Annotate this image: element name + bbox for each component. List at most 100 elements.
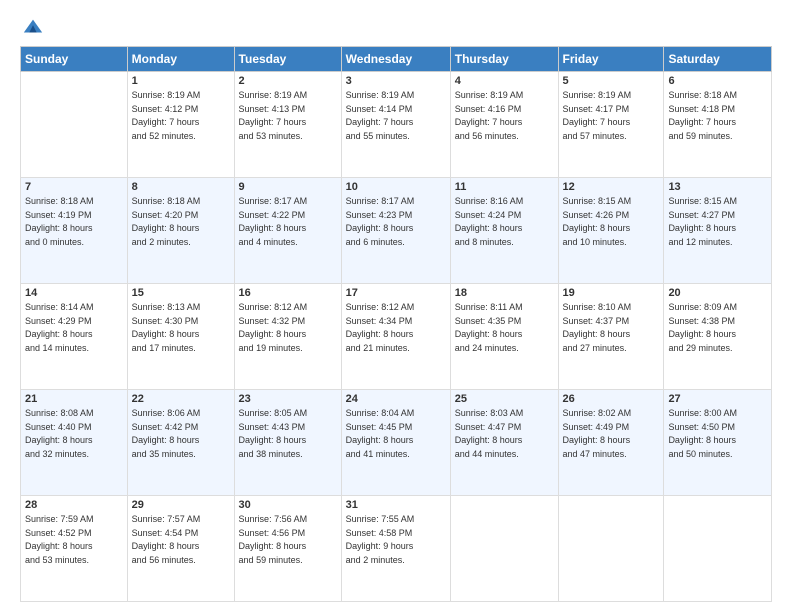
- weekday-header-thursday: Thursday: [450, 47, 558, 72]
- day-info: Sunrise: 8:12 AM Sunset: 4:34 PM Dayligh…: [346, 301, 446, 355]
- calendar-cell: 5 Sunrise: 8:19 AM Sunset: 4:17 PM Daylig…: [558, 72, 664, 178]
- day-number: 27: [668, 393, 767, 405]
- day-number: 20: [668, 287, 767, 299]
- day-number: 30: [239, 499, 337, 511]
- day-info: Sunrise: 8:02 AM Sunset: 4:49 PM Dayligh…: [563, 407, 660, 461]
- calendar-cell: [450, 496, 558, 602]
- day-number: 8: [132, 181, 230, 193]
- calendar-cell: [21, 72, 128, 178]
- day-info: Sunrise: 8:05 AM Sunset: 4:43 PM Dayligh…: [239, 407, 337, 461]
- day-number: 22: [132, 393, 230, 405]
- day-info: Sunrise: 8:11 AM Sunset: 4:35 PM Dayligh…: [455, 301, 554, 355]
- header: [20, 16, 772, 38]
- day-number: 5: [563, 75, 660, 87]
- day-number: 17: [346, 287, 446, 299]
- day-number: 1: [132, 75, 230, 87]
- calendar-cell: 18 Sunrise: 8:11 AM Sunset: 4:35 PM Dayli…: [450, 284, 558, 390]
- day-info: Sunrise: 8:13 AM Sunset: 4:30 PM Dayligh…: [132, 301, 230, 355]
- day-info: Sunrise: 8:08 AM Sunset: 4:40 PM Dayligh…: [25, 407, 123, 461]
- calendar-cell: 7 Sunrise: 8:18 AM Sunset: 4:19 PM Daylig…: [21, 178, 128, 284]
- day-info: Sunrise: 8:19 AM Sunset: 4:14 PM Dayligh…: [346, 89, 446, 143]
- calendar-cell: 24 Sunrise: 8:04 AM Sunset: 4:45 PM Dayli…: [341, 390, 450, 496]
- calendar-cell: 15 Sunrise: 8:13 AM Sunset: 4:30 PM Dayli…: [127, 284, 234, 390]
- calendar-cell: 12 Sunrise: 8:15 AM Sunset: 4:26 PM Dayli…: [558, 178, 664, 284]
- weekday-header-saturday: Saturday: [664, 47, 772, 72]
- calendar-cell: 3 Sunrise: 8:19 AM Sunset: 4:14 PM Daylig…: [341, 72, 450, 178]
- calendar-table: SundayMondayTuesdayWednesdayThursdayFrid…: [20, 46, 772, 602]
- day-number: 9: [239, 181, 337, 193]
- weekday-header-wednesday: Wednesday: [341, 47, 450, 72]
- day-info: Sunrise: 7:57 AM Sunset: 4:54 PM Dayligh…: [132, 513, 230, 567]
- day-info: Sunrise: 8:04 AM Sunset: 4:45 PM Dayligh…: [346, 407, 446, 461]
- day-number: 3: [346, 75, 446, 87]
- day-info: Sunrise: 8:18 AM Sunset: 4:19 PM Dayligh…: [25, 195, 123, 249]
- week-row-5: 28 Sunrise: 7:59 AM Sunset: 4:52 PM Dayli…: [21, 496, 772, 602]
- week-row-3: 14 Sunrise: 8:14 AM Sunset: 4:29 PM Dayli…: [21, 284, 772, 390]
- calendar-cell: 16Sunrise: 8:12 AM Sunset: 4:32 PM Dayli…: [234, 284, 341, 390]
- calendar-cell: 28 Sunrise: 7:59 AM Sunset: 4:52 PM Dayli…: [21, 496, 128, 602]
- week-row-4: 21 Sunrise: 8:08 AM Sunset: 4:40 PM Dayli…: [21, 390, 772, 496]
- day-info: Sunrise: 8:00 AM Sunset: 4:50 PM Dayligh…: [668, 407, 767, 461]
- calendar-cell: 31 Sunrise: 7:55 AM Sunset: 4:58 PM Dayli…: [341, 496, 450, 602]
- calendar-cell: 4 Sunrise: 8:19 AM Sunset: 4:16 PM Daylig…: [450, 72, 558, 178]
- day-info: Sunrise: 8:19 AM Sunset: 4:16 PM Dayligh…: [455, 89, 554, 143]
- day-number: 18: [455, 287, 554, 299]
- day-info: Sunrise: 8:15 AM Sunset: 4:26 PM Dayligh…: [563, 195, 660, 249]
- day-number: 31: [346, 499, 446, 511]
- calendar-cell: 11Sunrise: 8:16 AM Sunset: 4:24 PM Dayli…: [450, 178, 558, 284]
- calendar-cell: [664, 496, 772, 602]
- day-info: Sunrise: 8:17 AM Sunset: 4:23 PM Dayligh…: [346, 195, 446, 249]
- day-number: 24: [346, 393, 446, 405]
- calendar-cell: 14 Sunrise: 8:14 AM Sunset: 4:29 PM Dayli…: [21, 284, 128, 390]
- weekday-header-row: SundayMondayTuesdayWednesdayThursdayFrid…: [21, 47, 772, 72]
- calendar-cell: 2 Sunrise: 8:19 AM Sunset: 4:13 PM Daylig…: [234, 72, 341, 178]
- day-info: Sunrise: 7:59 AM Sunset: 4:52 PM Dayligh…: [25, 513, 123, 567]
- day-number: 2: [239, 75, 337, 87]
- calendar-cell: 23Sunrise: 8:05 AM Sunset: 4:43 PM Dayli…: [234, 390, 341, 496]
- day-info: Sunrise: 8:18 AM Sunset: 4:18 PM Dayligh…: [668, 89, 767, 143]
- calendar-cell: 25Sunrise: 8:03 AM Sunset: 4:47 PM Dayli…: [450, 390, 558, 496]
- calendar-cell: [558, 496, 664, 602]
- day-info: Sunrise: 8:19 AM Sunset: 4:13 PM Dayligh…: [239, 89, 337, 143]
- day-number: 25: [455, 393, 554, 405]
- day-info: Sunrise: 8:14 AM Sunset: 4:29 PM Dayligh…: [25, 301, 123, 355]
- weekday-header-monday: Monday: [127, 47, 234, 72]
- calendar-cell: 22 Sunrise: 8:06 AM Sunset: 4:42 PM Dayli…: [127, 390, 234, 496]
- calendar-cell: 17 Sunrise: 8:12 AM Sunset: 4:34 PM Dayli…: [341, 284, 450, 390]
- week-row-2: 7 Sunrise: 8:18 AM Sunset: 4:19 PM Daylig…: [21, 178, 772, 284]
- day-info: Sunrise: 8:09 AM Sunset: 4:38 PM Dayligh…: [668, 301, 767, 355]
- calendar-cell: 10Sunrise: 8:17 AM Sunset: 4:23 PM Dayli…: [341, 178, 450, 284]
- day-number: 19: [563, 287, 660, 299]
- day-number: 7: [25, 181, 123, 193]
- day-number: 15: [132, 287, 230, 299]
- week-row-1: 1Sunrise: 8:19 AM Sunset: 4:12 PM Daylig…: [21, 72, 772, 178]
- page: SundayMondayTuesdayWednesdayThursdayFrid…: [0, 0, 792, 612]
- day-info: Sunrise: 8:06 AM Sunset: 4:42 PM Dayligh…: [132, 407, 230, 461]
- day-info: Sunrise: 7:56 AM Sunset: 4:56 PM Dayligh…: [239, 513, 337, 567]
- calendar-cell: 26 Sunrise: 8:02 AM Sunset: 4:49 PM Dayli…: [558, 390, 664, 496]
- day-number: 13: [668, 181, 767, 193]
- day-number: 12: [563, 181, 660, 193]
- day-info: Sunrise: 8:15 AM Sunset: 4:27 PM Dayligh…: [668, 195, 767, 249]
- day-info: Sunrise: 8:18 AM Sunset: 4:20 PM Dayligh…: [132, 195, 230, 249]
- day-number: 28: [25, 499, 123, 511]
- day-number: 26: [563, 393, 660, 405]
- day-number: 4: [455, 75, 554, 87]
- day-number: 14: [25, 287, 123, 299]
- calendar-cell: 1Sunrise: 8:19 AM Sunset: 4:12 PM Daylig…: [127, 72, 234, 178]
- weekday-header-sunday: Sunday: [21, 47, 128, 72]
- day-number: 11: [455, 181, 554, 193]
- calendar-cell: 9 Sunrise: 8:17 AM Sunset: 4:22 PM Daylig…: [234, 178, 341, 284]
- day-info: Sunrise: 8:17 AM Sunset: 4:22 PM Dayligh…: [239, 195, 337, 249]
- calendar-cell: 13 Sunrise: 8:15 AM Sunset: 4:27 PM Dayli…: [664, 178, 772, 284]
- calendar-cell: 6 Sunrise: 8:18 AM Sunset: 4:18 PM Daylig…: [664, 72, 772, 178]
- weekday-header-friday: Friday: [558, 47, 664, 72]
- day-number: 6: [668, 75, 767, 87]
- day-info: Sunrise: 8:10 AM Sunset: 4:37 PM Dayligh…: [563, 301, 660, 355]
- day-number: 21: [25, 393, 123, 405]
- day-info: Sunrise: 7:55 AM Sunset: 4:58 PM Dayligh…: [346, 513, 446, 567]
- day-info: Sunrise: 8:19 AM Sunset: 4:17 PM Dayligh…: [563, 89, 660, 143]
- calendar-cell: 21 Sunrise: 8:08 AM Sunset: 4:40 PM Dayli…: [21, 390, 128, 496]
- calendar-cell: 8 Sunrise: 8:18 AM Sunset: 4:20 PM Daylig…: [127, 178, 234, 284]
- calendar-cell: 27 Sunrise: 8:00 AM Sunset: 4:50 PM Dayli…: [664, 390, 772, 496]
